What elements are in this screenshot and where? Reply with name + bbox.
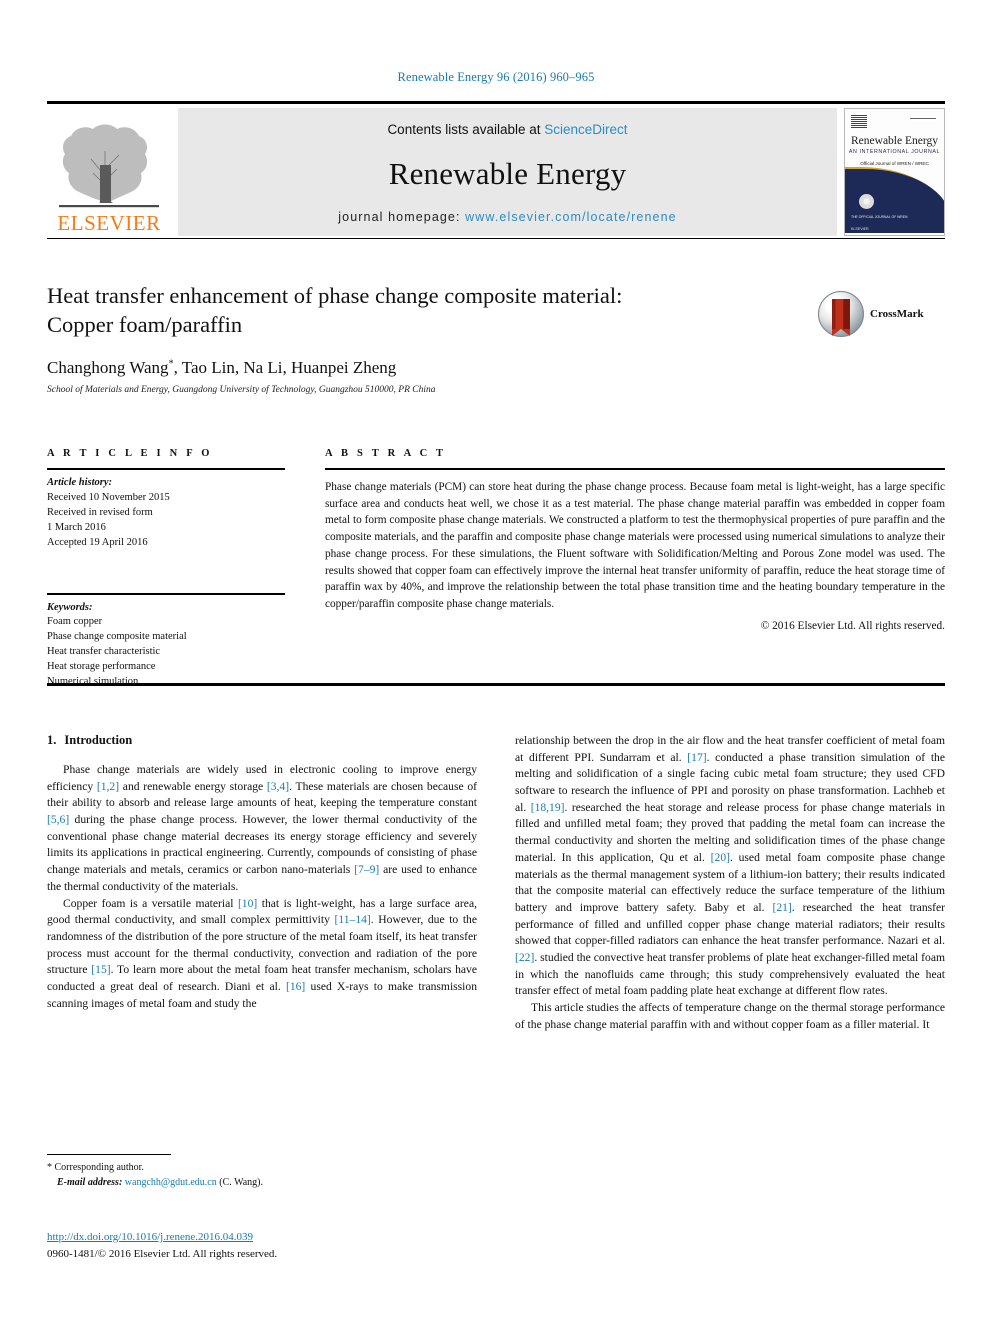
footnote-corresponding-author: * Corresponding author. E-mail address: … — [47, 1161, 477, 1190]
keyword-2: Heat transfer characteristic — [47, 646, 161, 658]
citation-reference[interactable]: [1,2] — [97, 780, 119, 793]
journal-title: Renewable Energy — [388, 155, 627, 191]
article-info-heading: A R T I C L E I N F O — [47, 448, 213, 459]
running-head: Renewable Energy 96 (2016) 960–965 — [397, 70, 595, 84]
abstract-rule — [325, 468, 945, 470]
title-block: Heat transfer enhancement of phase chang… — [47, 282, 807, 395]
elsevier-tree-icon — [55, 121, 163, 213]
paragraph: Phase change materials are widely used i… — [47, 763, 478, 893]
cover-barcode-icon — [851, 115, 867, 129]
keywords-block: Keywords: Foam copper Phase change compo… — [47, 592, 285, 690]
section-title: Introduction — [64, 733, 133, 747]
keywords-list: Keywords: Foam copper Phase change compo… — [47, 601, 285, 690]
masthead-bottom-rule — [47, 238, 945, 239]
abstract-column: A B S T R A C T Phase change materials (… — [325, 448, 945, 632]
affiliation: School of Materials and Energy, Guangdon… — [47, 384, 436, 395]
section-heading-introduction: 1. Introduction — [47, 733, 477, 748]
journal-cover-thumbnail[interactable]: Renewable Energy AN INTERNATIONAL JOURNA… — [844, 108, 945, 236]
cover-title: Renewable Energy — [851, 135, 938, 147]
section-number: 1. — [47, 733, 57, 747]
paragraph: This article studies the affects of temp… — [515, 1001, 945, 1031]
doi-link[interactable]: http://dx.doi.org/10.1016/j.renene.2016.… — [47, 1231, 253, 1243]
cover-subtitle: AN INTERNATIONAL JOURNAL — [848, 149, 941, 155]
history-item-0: Received 10 November 2015 — [47, 491, 170, 503]
body-top-rule — [47, 683, 945, 686]
author-rest: , Tao Lin, Na Li, Huanpei Zheng — [173, 357, 397, 377]
crossmark-bookmark-shape — [832, 299, 850, 336]
citation-reference[interactable]: [16] — [286, 980, 305, 993]
sciencedirect-link[interactable]: ScienceDirect — [544, 122, 627, 137]
elsevier-wordmark: ELSEVIER — [57, 211, 161, 235]
history-item-3: Accepted 19 April 2016 — [47, 536, 148, 548]
keywords-label: Keywords: — [47, 601, 93, 613]
cover-issue-lines — [910, 118, 936, 121]
cover-publisher-text: ELSEVIER — [851, 227, 869, 231]
body-column-right: relationship between the drop in the air… — [515, 733, 945, 1033]
paragraph: Copper foam is a versatile material [10]… — [47, 896, 477, 1010]
article-history: Article history: Received 10 November 20… — [47, 476, 285, 551]
journal-homepage-link[interactable]: www.elsevier.com/locate/renene — [465, 210, 677, 224]
journal-homepage-line: journal homepage: www.elsevier.com/locat… — [338, 210, 676, 224]
history-item-1: Received in revised form — [47, 506, 153, 518]
email-label: E-mail address: — [57, 1176, 123, 1188]
abstract-text: Phase change materials (PCM) can store h… — [325, 481, 945, 611]
article-info-rule — [47, 468, 285, 470]
email-link[interactable]: wangchh@gdut.edu.cn — [125, 1177, 217, 1188]
keyword-1: Phase change composite material — [47, 631, 187, 643]
journal-band: Contents lists available at ScienceDirec… — [178, 108, 837, 236]
body-columns: 1. Introduction Phase change materials ar… — [47, 733, 945, 1163]
keyword-3: Heat storage performance — [47, 661, 156, 673]
citation-reference[interactable]: [21] — [772, 901, 791, 914]
citation-reference[interactable]: [18,19] — [531, 801, 565, 814]
footnote-corresponding-text: Corresponding author. — [54, 1162, 144, 1173]
body-column-left: 1. Introduction Phase change materials ar… — [47, 733, 477, 1012]
article-info-column: A R T I C L E I N F O Article history: R… — [47, 448, 285, 690]
contents-prefix: Contents lists available at — [387, 122, 545, 137]
keywords-rule — [47, 592, 285, 595]
crossmark-badge[interactable]: CrossMark — [818, 288, 938, 340]
citation-reference[interactable]: [17] — [687, 751, 706, 764]
keyword-0: Foam copper — [47, 616, 103, 628]
elsevier-logo: ELSEVIER — [47, 108, 171, 236]
citation-reference[interactable]: [3,4] — [267, 780, 289, 793]
page-title: Heat transfer enhancement of phase chang… — [47, 282, 807, 340]
journal-masthead: ELSEVIER Contents lists available at Sci… — [47, 101, 945, 236]
history-item-2: 1 March 2016 — [47, 521, 106, 533]
citation-reference[interactable]: [5,6] — [47, 813, 69, 826]
title-line-2: Copper foam/paraffin — [47, 311, 243, 337]
abstract-heading: A B S T R A C T — [325, 448, 447, 459]
title-line-1: Heat transfer enhancement of phase chang… — [47, 283, 623, 308]
author-list: Changhong Wang*, Tao Lin, Na Li, Huanpei… — [47, 358, 807, 378]
homepage-prefix: journal homepage: — [338, 210, 466, 224]
citation-reference[interactable]: [7–9] — [354, 863, 379, 876]
cover-society-text: THE OFFICIAL JOURNAL OF WREN — [851, 215, 908, 219]
crossmark-icon — [818, 291, 864, 337]
citation-reference[interactable]: [20] — [711, 851, 730, 864]
cover-tagline: Official Journal of WREN / WREC — [860, 161, 929, 166]
contents-available-line: Contents lists available at ScienceDirec… — [387, 122, 627, 137]
footnote-marker: * — [47, 1162, 52, 1173]
crossmark-label: CrossMark — [870, 308, 924, 320]
cover-society-seal-icon — [859, 194, 874, 209]
citation-reference[interactable]: [22] — [515, 951, 534, 964]
paragraph: relationship between the drop in the air… — [515, 734, 945, 998]
article-history-label: Article history: — [47, 477, 113, 488]
doi-block: http://dx.doi.org/10.1016/j.renene.2016.… — [47, 1229, 547, 1262]
citation-reference[interactable]: [15] — [91, 963, 110, 976]
article-page: Renewable Energy 96 (2016) 960–965 ELSEV… — [0, 0, 992, 1323]
citation-reference[interactable]: [11–14] — [335, 913, 371, 926]
abstract-copyright: © 2016 Elsevier Ltd. All rights reserved… — [760, 619, 945, 632]
author-corresponding: Changhong Wang — [47, 357, 169, 377]
issn-copyright-line: 0960-1481/© 2016 Elsevier Ltd. All right… — [47, 1247, 278, 1260]
footnote-rule — [47, 1154, 171, 1155]
email-suffix: (C. Wang). — [219, 1176, 263, 1188]
citation-reference[interactable]: [10] — [238, 897, 257, 910]
